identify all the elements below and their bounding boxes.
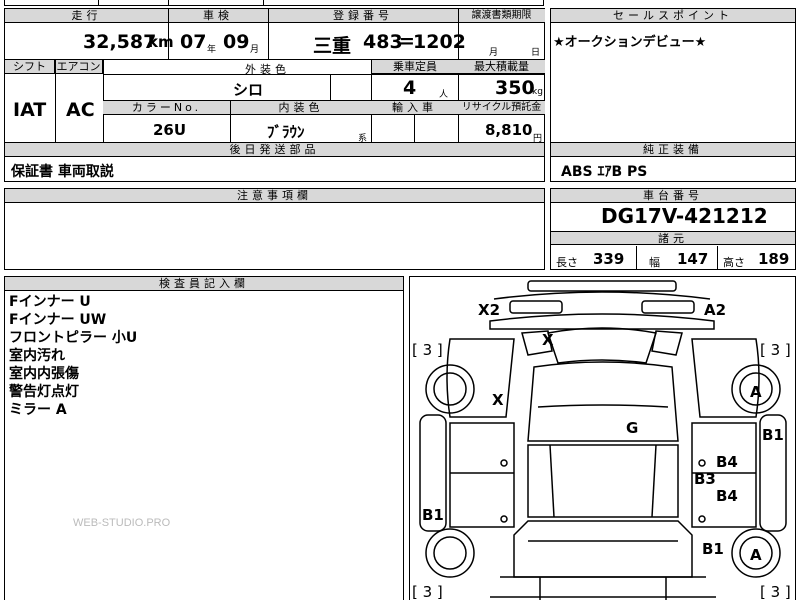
height-value: 189: [758, 250, 790, 268]
damage-mark-b1-rear-right: B1: [702, 540, 724, 558]
damage-mark-b4-lower: B4: [716, 487, 738, 505]
sales-point-text: ★オークションデビュー★: [553, 35, 707, 50]
header-registration: 登録番号: [268, 9, 458, 23]
header-caution: 注意事項欄: [5, 189, 544, 203]
later-items-text: 保証書 車両取説: [11, 164, 114, 180]
watermark: WEB-STUDIO.PRO: [73, 517, 171, 529]
note-item: Fインナー UW: [9, 312, 107, 328]
header-inspection: 車検: [168, 9, 268, 23]
header-recycle: リサイクル預託金: [458, 101, 545, 115]
capacity-value: 4: [403, 77, 417, 99]
tire-mark-rear-left: [ 3 ]: [412, 583, 443, 600]
plate-id: 1202: [413, 31, 466, 53]
header-mileage: 走行: [5, 9, 168, 23]
max-load-value: 350: [495, 77, 535, 99]
damage-mark-x-windshield: X: [542, 331, 554, 349]
note-item: Fインナー U: [9, 294, 91, 310]
height-label: 高さ: [723, 256, 745, 269]
equipment-panel: 純正装備 ABS ｴｱB PS: [550, 142, 796, 182]
header-import: 輸入車: [371, 101, 458, 115]
caution-panel: 注意事項欄: [4, 188, 545, 270]
header-color-no: カラーNo.: [103, 101, 230, 115]
damage-mark-a-front-right: A: [750, 383, 762, 401]
later-items-panel: 後日発送部品 保証書 車両取説: [4, 142, 545, 182]
chassis-panel: 車台番号 DG17V-421212 諸元 長さ 339 幅 147 高さ 189: [550, 188, 796, 270]
damage-mark-b1-right: B1: [762, 426, 784, 444]
interior-color-value: ﾌﾞﾗｳﾝ: [267, 123, 305, 141]
header-max-load: 最大積載量: [458, 60, 545, 74]
deadline-month-unit: 月: [489, 48, 499, 58]
max-load-unit: kg: [532, 87, 543, 97]
capacity-unit: 人: [439, 90, 449, 100]
equipment-text: ABS ｴｱB PS: [561, 164, 648, 180]
sales-point-panel: セールスポイント ★オークションデビュー★: [550, 8, 796, 143]
damage-mark-b1-left: B1: [422, 506, 444, 524]
header-transfer-deadline: 譲渡書類期限: [458, 9, 545, 23]
note-item: 室内汚れ: [9, 348, 65, 364]
note-item: 室内内張傷: [9, 366, 79, 382]
tire-mark-front-left: [ 3 ]: [412, 341, 443, 359]
inspector-notes-list: Fインナー U Fインナー UW フロントピラー 小U 室内汚れ 室内内張傷 警…: [9, 293, 137, 419]
shift-value: IAT: [13, 99, 47, 121]
deadline-day-unit: 日: [531, 48, 541, 58]
damage-mark-x2: X2: [478, 301, 501, 319]
exterior-color-value: シロ: [233, 81, 264, 99]
plate-number: 483: [363, 31, 403, 53]
note-item: ミラー A: [9, 402, 67, 418]
recycle-value: 8,810: [485, 121, 533, 139]
damage-mark-b3: B3: [694, 470, 716, 488]
header-sales-point: セールスポイント: [551, 9, 795, 23]
color-no-value: 26U: [153, 121, 187, 139]
inspection-year: 07: [180, 31, 207, 53]
tire-mark-front-right: [ 3 ]: [760, 341, 791, 359]
length-value: 339: [593, 250, 625, 268]
vehicle-info-table: 走行 車検 登録番号 譲渡書類期限 32,587 km 07 年 09 月 三重…: [4, 8, 545, 144]
header-interior-color: 内装色: [230, 101, 371, 115]
mileage-value: 32,587: [83, 31, 157, 53]
header-inspector: 検査員記入欄: [5, 277, 403, 291]
tire-mark-rear-right: [ 3 ]: [760, 583, 791, 600]
damage-mark-a2: A2: [704, 301, 727, 319]
damage-mark-x-left: X: [492, 391, 504, 409]
width-label: 幅: [649, 256, 660, 269]
note-item: 警告灯点灯: [9, 384, 79, 400]
plate-region: 三重: [313, 35, 352, 57]
header-shift: シフト: [5, 60, 55, 74]
inspector-notes-panel: 検査員記入欄 Fインナー U Fインナー UW フロントピラー 小U 室内汚れ …: [4, 276, 404, 600]
inspection-month-unit: 月: [250, 45, 260, 55]
note-item: フロントピラー 小U: [9, 330, 138, 346]
damage-diagram-panel: X2 A2 X X G A B1 B4 B3 B4 B1 B1 A [ 3 ] …: [409, 276, 796, 600]
header-capacity: 乗車定員: [371, 60, 458, 74]
header-equipment: 純正装備: [551, 143, 795, 157]
mileage-unit: km: [148, 33, 174, 51]
header-chassis: 車台番号: [551, 189, 795, 203]
header-specs: 諸元: [551, 231, 795, 245]
chassis-number: DG17V-421212: [601, 204, 768, 228]
inspection-month: 09: [223, 31, 250, 53]
damage-mark-b4-upper: B4: [716, 453, 738, 471]
aircon-value: AC: [66, 99, 95, 121]
car-outline-diagram: [419, 280, 787, 600]
damage-mark-a-rear-right: A: [750, 546, 762, 564]
length-label: 長さ: [556, 256, 578, 269]
top-strip: [4, 0, 544, 6]
width-value: 147: [677, 250, 709, 268]
header-aircon: エアコン: [55, 60, 103, 74]
inspection-year-unit: 年: [207, 45, 217, 55]
header-later-items: 後日発送部品: [5, 143, 544, 157]
damage-mark-g: G: [626, 419, 639, 437]
